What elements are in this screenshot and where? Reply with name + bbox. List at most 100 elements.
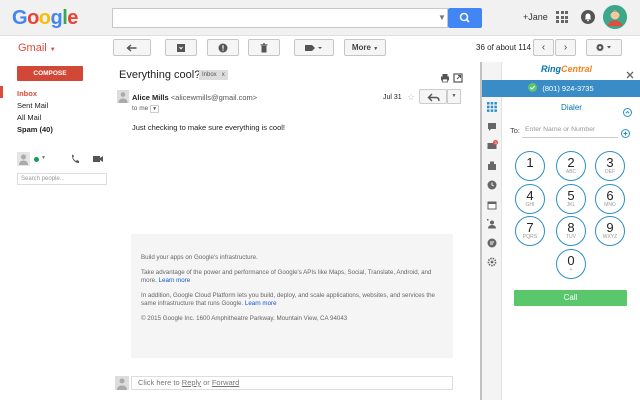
ringcentral-sidebar: 3	[482, 62, 502, 400]
forward-link[interactable]: Forward	[212, 378, 240, 387]
key-digit: 5	[567, 188, 575, 203]
dial-key-6[interactable]: 6 MNO	[595, 184, 625, 214]
online-status-icon[interactable]	[34, 157, 39, 162]
footer-paragraph: In addition, Google Cloud Platform lets …	[141, 292, 443, 308]
calendar-icon[interactable]	[487, 197, 497, 215]
recipient-label: to me	[132, 105, 149, 112]
logo-central: Central	[561, 64, 593, 74]
add-contact-icon[interactable]	[621, 125, 630, 143]
key-digit: 9	[606, 220, 614, 235]
fax-icon[interactable]	[487, 158, 497, 176]
newer-button[interactable]: ‹	[533, 39, 554, 56]
top-bar: Google ▼ +Jane	[0, 0, 640, 36]
phone-call-icon[interactable]	[65, 152, 85, 166]
chevron-down-icon: ▼	[373, 46, 379, 52]
call-history-icon[interactable]	[487, 177, 497, 195]
key-letters: MNO	[604, 202, 616, 208]
key-digit: 8	[567, 220, 575, 235]
email-body: Just checking to make sure everything is…	[132, 123, 285, 132]
sender-avatar	[117, 90, 129, 103]
dial-key-5[interactable]: 5 JKL	[556, 184, 586, 214]
reply-or: or	[203, 378, 210, 387]
labels-button[interactable]	[294, 39, 334, 56]
star-icon[interactable]: ☆	[407, 92, 415, 103]
trash-icon	[260, 43, 268, 53]
search-people-input[interactable]: Search people...	[17, 173, 107, 185]
back-arrow-icon	[126, 44, 137, 52]
voicemail-icon[interactable]: 3	[487, 138, 498, 156]
page-count: 36 of about 114	[476, 43, 532, 52]
key-letters: PQRS	[522, 234, 538, 240]
sidebar-item-spam[interactable]: Spam (40)	[17, 125, 53, 134]
dial-key-4[interactable]: 4 GHI	[515, 184, 545, 214]
sender-email: <alicewmills@gmail.com>	[170, 93, 258, 102]
account-avatar[interactable]	[603, 5, 627, 29]
dial-key-0[interactable]: 0 +	[556, 249, 586, 279]
dial-key-9[interactable]: 9 WXYZ	[595, 216, 625, 246]
search-input[interactable]	[112, 8, 448, 28]
recipient-details[interactable]: to me ▼	[132, 105, 160, 113]
report-spam-icon	[218, 43, 228, 53]
hangouts-avatar[interactable]	[17, 152, 30, 166]
dial-key-2[interactable]: 2 ABC	[556, 151, 586, 181]
more-actions-button[interactable]: More ▼	[344, 39, 386, 56]
more-label: More	[351, 43, 371, 52]
inbox-label-chip: Inbox x	[199, 70, 228, 80]
learn-more-link[interactable]: Learn more	[159, 277, 191, 284]
key-digit: 1	[526, 155, 534, 170]
reply-prompt: Click here to	[138, 378, 180, 387]
gear-icon[interactable]	[487, 254, 497, 272]
gmail-menu[interactable]: Gmail ▼	[18, 42, 56, 54]
quick-reply-box[interactable]: Click here to Reply or Forward	[131, 376, 453, 390]
sidebar-item-sent[interactable]: Sent Mail	[17, 101, 48, 110]
messages-icon[interactable]	[487, 119, 497, 137]
report-spam-button[interactable]	[207, 39, 239, 56]
recipient-number-input[interactable]: Enter Name or Number	[522, 122, 618, 138]
dial-key-1[interactable]: 1	[515, 151, 545, 181]
dial-key-8[interactable]: 8 TUV	[556, 216, 586, 246]
dial-key-3[interactable]: 3 DEF	[595, 151, 625, 181]
reply-link[interactable]: Reply	[182, 378, 201, 387]
remove-label-button[interactable]: x	[222, 72, 225, 78]
dialer-title: Dialer	[561, 103, 582, 112]
sidebar-item-inbox[interactable]: Inbox	[17, 89, 37, 98]
dial-key-7[interactable]: 7 PQRS	[515, 216, 545, 246]
print-icon[interactable]	[440, 70, 450, 88]
logo-ring: Ring	[541, 64, 561, 74]
archive-button[interactable]	[165, 39, 197, 56]
to-label: To:	[510, 126, 521, 135]
sidebar-item-all-mail[interactable]: All Mail	[17, 113, 41, 122]
chevron-down-icon[interactable]: ▼	[41, 155, 46, 161]
hangouts-bar: ▼	[17, 152, 107, 168]
key-letters: JKL	[566, 202, 576, 208]
user-profile-link[interactable]: +Jane	[523, 12, 548, 22]
older-button[interactable]: ›	[555, 39, 576, 56]
call-button[interactable]: Call	[514, 290, 627, 306]
archive-icon	[177, 44, 185, 52]
notifications-icon[interactable]	[581, 10, 595, 24]
sender-info[interactable]: Alice Mills <alicewmills@gmail.com>	[132, 93, 257, 102]
gear-icon	[596, 44, 611, 51]
glip-icon[interactable]	[487, 235, 497, 253]
message-more-button[interactable]: ▼	[447, 89, 461, 104]
chevron-up-icon[interactable]	[623, 104, 632, 122]
learn-more-link[interactable]: Learn more	[245, 300, 277, 307]
my-avatar	[115, 376, 129, 390]
search-button[interactable]	[448, 8, 482, 28]
delete-button[interactable]	[248, 39, 280, 56]
key-letters: DEF	[605, 169, 615, 175]
sender-name: Alice Mills	[132, 93, 169, 102]
open-new-window-icon[interactable]	[453, 70, 463, 88]
dialpad-icon[interactable]	[487, 99, 497, 117]
settings-button[interactable]	[586, 39, 622, 56]
chevron-down-icon: ▼	[49, 47, 56, 53]
google-logo[interactable]: Google	[12, 7, 78, 30]
my-phone-number[interactable]: (801) 924-3735	[482, 80, 640, 97]
apps-grid-icon[interactable]	[556, 11, 568, 23]
reply-button[interactable]	[419, 89, 447, 104]
video-call-icon[interactable]	[87, 152, 107, 166]
compose-button[interactable]: COMPOSE	[17, 66, 83, 81]
contacts-icon[interactable]	[487, 216, 497, 234]
phone-number-text: (801) 924-3735	[542, 84, 594, 93]
back-button[interactable]	[113, 39, 151, 56]
